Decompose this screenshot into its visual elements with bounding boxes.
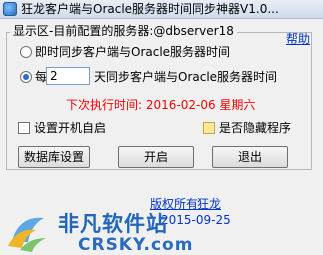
every-days-radio[interactable] [20, 71, 32, 83]
autostart-label[interactable]: 设置开机自启 [34, 121, 106, 135]
watermark-domain: CRSKY.com [78, 235, 194, 255]
app-icon [3, 2, 17, 16]
release-date: 2015-09-25 [161, 213, 231, 227]
watermark-logo-icon [8, 217, 46, 252]
hide-program-label[interactable]: 是否隐藏程序 [219, 121, 291, 135]
days-input[interactable] [46, 67, 90, 85]
db-settings-button[interactable]: 数据库设置 [18, 146, 90, 168]
author-link[interactable]: 狂龙 [197, 195, 221, 212]
autostart-checkbox[interactable] [18, 122, 30, 134]
help-link[interactable]: 帮助 [286, 30, 310, 47]
exit-button[interactable]: 退出 [212, 146, 288, 168]
every-suffix-label: 天同步客户端与Oracle服务器时间 [94, 70, 278, 84]
realtime-sync-radio[interactable] [20, 46, 32, 58]
start-button[interactable]: 开启 [118, 146, 194, 168]
title-bar[interactable]: 狂龙客户端与Oracle服务器时间同步神器V1.0... [0, 0, 323, 19]
hide-program-checkbox[interactable] [203, 122, 215, 134]
window-title: 狂龙客户端与Oracle服务器时间同步神器V1.0... [21, 2, 279, 16]
realtime-sync-label[interactable]: 即时同步客户端与Oracle服务器时间 [35, 45, 230, 59]
next-run-time: 下次执行时间: 2016-02-06 星期六 [66, 98, 256, 112]
watermark-text: 非凡软件站 [58, 212, 168, 236]
group-legend: 显示区-目前配置的服务器:@dbserver18 [10, 24, 237, 39]
